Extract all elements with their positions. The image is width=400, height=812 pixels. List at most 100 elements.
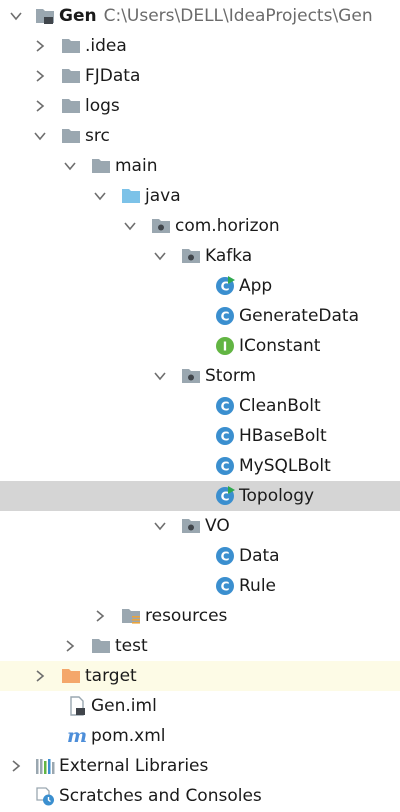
tree-node-label: .idea [85, 36, 127, 56]
tree-node-pom-xml[interactable]: m pom.xml [0, 721, 400, 751]
excluded-folder-icon [60, 665, 82, 687]
tree-node-gen-iml[interactable]: Gen.iml [0, 691, 400, 721]
tree-node-label: Storm [205, 366, 257, 386]
tree-node-mysqlbolt[interactable]: C MySQLBolt [0, 451, 400, 481]
source-folder-icon [120, 185, 142, 207]
chevron-down-icon[interactable] [150, 511, 170, 541]
svg-text:C: C [221, 430, 230, 444]
package-icon [150, 215, 172, 237]
class-icon: C [214, 575, 236, 597]
tree-node-label: com.horizon [175, 216, 280, 236]
tree-node-test[interactable]: test [0, 631, 400, 661]
tree-node-rule[interactable]: C Rule [0, 571, 400, 601]
tree-node-vo[interactable]: VO [0, 511, 400, 541]
chevron-down-icon[interactable] [6, 1, 26, 31]
svg-text:C: C [221, 310, 230, 324]
package-icon [180, 515, 202, 537]
tree-node-storm[interactable]: Storm [0, 361, 400, 391]
libraries-icon [34, 755, 56, 777]
package-icon [180, 365, 202, 387]
chevron-right-icon[interactable] [90, 601, 110, 631]
project-path: C:\Users\DELL\IdeaProjects\Gen [103, 6, 373, 26]
tree-node-label: Scratches and Consoles [59, 786, 262, 806]
tree-node-label: App [239, 276, 273, 296]
tree-node-label: Kafka [205, 246, 253, 266]
tree-node-label: IConstant [239, 336, 321, 356]
tree-node-target[interactable]: target [0, 661, 400, 691]
tree-node-scratches[interactable]: Scratches and Consoles [0, 781, 400, 811]
svg-text:C: C [221, 400, 230, 414]
tree-node-fjdata[interactable]: FJData [0, 61, 400, 91]
chevron-right-icon[interactable] [30, 61, 50, 91]
tree-node-project-root[interactable]: Gen C:\Users\DELL\IdeaProjects\Gen [0, 1, 400, 31]
chevron-right-icon[interactable] [60, 631, 80, 661]
tree-node-src[interactable]: src [0, 121, 400, 151]
class-runnable-icon: C [214, 275, 236, 297]
svg-text:C: C [221, 550, 230, 564]
project-name: Gen [59, 6, 97, 26]
tree-node-external-libraries[interactable]: External Libraries [0, 751, 400, 781]
tree-node-cleanbolt[interactable]: C CleanBolt [0, 391, 400, 421]
tree-node-main[interactable]: main [0, 151, 400, 181]
chevron-right-icon[interactable] [30, 31, 50, 61]
tree-node-label: target [85, 666, 137, 686]
class-runnable-icon: C [214, 485, 236, 507]
tree-node-label: VO [205, 516, 230, 536]
tree-node-java[interactable]: java [0, 181, 400, 211]
tree-node-resources[interactable]: resources [0, 601, 400, 631]
tree-node-label: main [115, 156, 158, 176]
class-icon: C [214, 545, 236, 567]
iml-file-icon [66, 695, 88, 717]
tree-node-label: pom.xml [91, 726, 166, 746]
tree-node-generatedata[interactable]: C GenerateData [0, 301, 400, 331]
tree-node-data[interactable]: C Data [0, 541, 400, 571]
class-icon: C [214, 425, 236, 447]
tree-node-label: resources [145, 606, 228, 626]
class-icon: C [214, 395, 236, 417]
chevron-right-icon[interactable] [30, 661, 50, 691]
tree-node-com-horizon[interactable]: com.horizon [0, 211, 400, 241]
project-tree: Gen C:\Users\DELL\IdeaProjects\Gen .idea… [0, 0, 400, 812]
folder-icon [60, 65, 82, 87]
svg-text:C: C [221, 580, 230, 594]
tree-node-label: HBaseBolt [239, 426, 327, 446]
chevron-down-icon[interactable] [90, 181, 110, 211]
tree-node-label: Topology [239, 486, 315, 506]
chevron-down-icon[interactable] [60, 151, 80, 181]
tree-node-topology[interactable]: C Topology [0, 481, 400, 511]
chevron-down-icon[interactable] [120, 211, 140, 241]
package-icon [180, 245, 202, 267]
chevron-right-icon[interactable] [30, 91, 50, 121]
chevron-right-icon[interactable] [6, 751, 26, 781]
chevron-down-icon[interactable] [150, 361, 170, 391]
tree-node-label: src [85, 126, 110, 146]
folder-icon [60, 95, 82, 117]
maven-icon: m [66, 725, 88, 747]
tree-node-label: CleanBolt [239, 396, 321, 416]
class-icon: C [214, 455, 236, 477]
tree-node-label: Gen.iml [91, 696, 157, 716]
tree-node-label: GenerateData [239, 306, 359, 326]
folder-icon [90, 155, 112, 177]
tree-node-logs[interactable]: logs [0, 91, 400, 121]
svg-text:C: C [221, 460, 230, 474]
resources-folder-icon [120, 605, 142, 627]
project-folder-icon [34, 5, 56, 27]
tree-node-kafka[interactable]: Kafka [0, 241, 400, 271]
chevron-down-icon[interactable] [30, 121, 50, 151]
folder-icon [60, 125, 82, 147]
tree-node-hbasebolt[interactable]: C HBaseBolt [0, 421, 400, 451]
svg-text:I: I [223, 340, 227, 354]
chevron-down-icon[interactable] [150, 241, 170, 271]
tree-node-iconstant[interactable]: I IConstant [0, 331, 400, 361]
tree-node-app[interactable]: C App [0, 271, 400, 301]
tree-node-label: Rule [239, 576, 277, 596]
class-icon: C [214, 305, 236, 327]
tree-node-idea[interactable]: .idea [0, 31, 400, 61]
tree-node-label: java [145, 186, 181, 206]
interface-icon: I [214, 335, 236, 357]
folder-icon [60, 35, 82, 57]
scratches-icon [34, 785, 56, 807]
tree-node-label: Data [239, 546, 280, 566]
folder-icon [90, 635, 112, 657]
